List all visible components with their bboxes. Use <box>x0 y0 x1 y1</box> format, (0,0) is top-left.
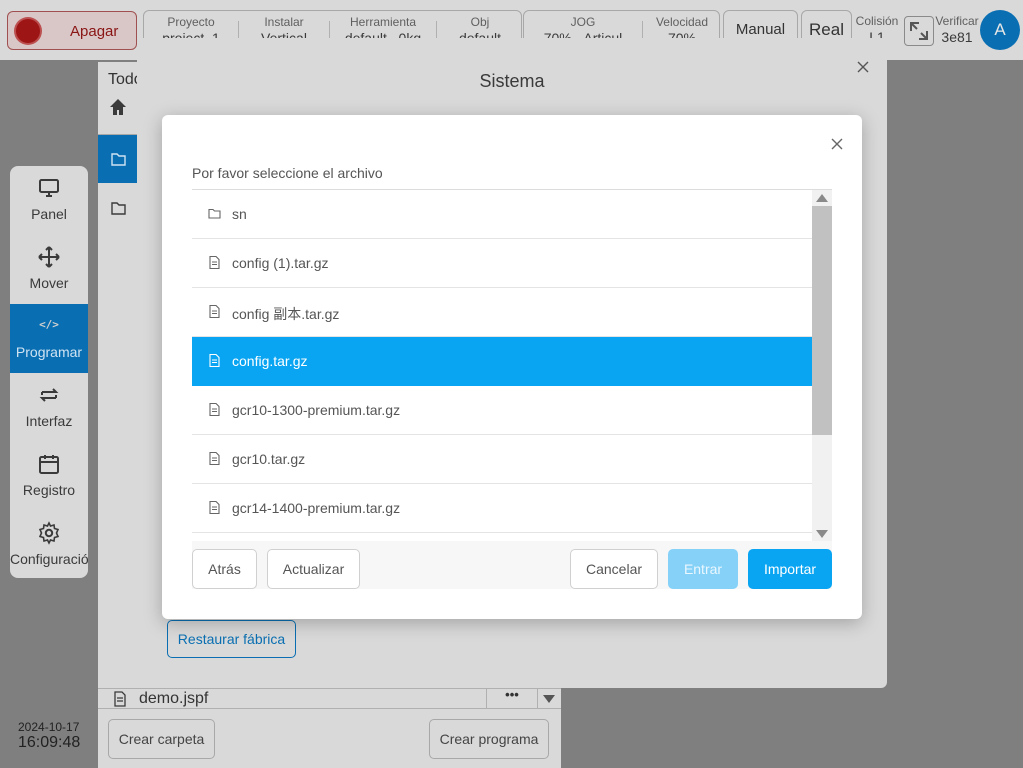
table-row[interactable]: demo.jspf ••• <box>98 687 561 709</box>
nav-item-panel[interactable]: Panel <box>10 166 88 235</box>
nav-item-program[interactable]: </> Programar <box>10 304 88 373</box>
file-icon <box>209 452 220 465</box>
list-item[interactable]: config (1).tar.gz <box>192 239 812 288</box>
time-text: 16:09:48 <box>18 734 81 751</box>
file-icon <box>209 501 220 514</box>
verify-value: 3e81 <box>941 29 973 45</box>
file-dialog-footer: Atrás Actualizar Cancelar Entrar Importa… <box>192 541 832 589</box>
nav-label-settings: Configuración <box>10 551 88 567</box>
collision-key: Colisión <box>855 14 899 28</box>
nav-item-move[interactable]: Mover <box>10 235 88 304</box>
import-button[interactable]: Importar <box>748 549 832 589</box>
cancel-button[interactable]: Cancelar <box>570 549 658 589</box>
file-name: gcr10-1300-premium.tar.gz <box>232 402 401 418</box>
project-key: Proyecto <box>167 15 215 29</box>
list-item[interactable]: gcr10-1300-premium.tar.gz <box>192 386 812 435</box>
nav-label-log: Registro <box>22 482 76 498</box>
factory-reset-button[interactable]: Restaurar fábrica <box>167 620 296 658</box>
install-key: Instalar <box>264 15 304 29</box>
scrollbar[interactable] <box>812 190 832 541</box>
nav-item-log[interactable]: Registro <box>10 442 88 511</box>
folder-icon <box>208 208 221 219</box>
code-icon: </> <box>39 318 59 331</box>
object-key: Obj <box>470 15 490 29</box>
nav-label-panel: Panel <box>31 206 67 222</box>
scroll-down-arrow-icon[interactable] <box>816 530 828 538</box>
file-list: sn config (1).tar.gz config 副本.tar.gz co… <box>192 189 832 541</box>
nav-label-move: Mover <box>29 275 69 291</box>
expand-icon[interactable] <box>904 16 934 46</box>
monitor-icon <box>39 179 59 197</box>
file-icon <box>209 403 220 416</box>
list-item[interactable]: config 副本.tar.gz <box>192 288 812 337</box>
file-name: config 副本.tar.gz <box>232 306 340 322</box>
scroll-up-arrow-icon[interactable] <box>816 194 828 202</box>
power-off-button[interactable]: Apagar <box>7 11 137 50</box>
file-name: gcr10.tar.gz <box>232 451 306 467</box>
avatar[interactable]: A <box>980 10 1020 50</box>
calendar-icon <box>39 455 59 474</box>
nav-label-interface: Interfaz <box>25 413 73 429</box>
file-select-dialog: Por favor seleccione el archivo sn confi… <box>162 115 862 619</box>
file-icon <box>209 256 220 269</box>
nav-label-program: Programar <box>15 344 83 360</box>
enter-button[interactable]: Entrar <box>668 549 738 589</box>
home-icon[interactable] <box>108 97 128 117</box>
file-panel-footer: Crear carpeta Crear programa <box>98 708 561 768</box>
file-name: config (1).tar.gz <box>232 255 329 271</box>
verify-code: Verificar 3e81 <box>934 10 980 50</box>
verify-key: Verificar <box>935 14 979 28</box>
scrollbar-thumb[interactable] <box>812 206 832 435</box>
more-options-button[interactable]: ••• <box>486 687 538 709</box>
folder-row-icon[interactable] <box>98 184 137 232</box>
tool-key: Herramienta <box>349 15 417 29</box>
list-item[interactable]: gcr14-1400-premium.tar.gz <box>192 484 812 533</box>
list-item[interactable]: sn <box>192 190 812 239</box>
file-name: sn <box>232 206 247 222</box>
file-name: gcr14-1400-premium.tar.gz <box>232 500 401 516</box>
close-icon[interactable] <box>830 137 844 151</box>
file-dialog-heading: Por favor seleccione el archivo <box>192 165 383 181</box>
folder-row-icon[interactable] <box>98 135 137 183</box>
move-arrows-icon <box>38 246 60 268</box>
scroll-down-arrow-icon[interactable] <box>543 695 555 703</box>
file-name: config.tar.gz <box>232 353 308 369</box>
file-name: demo.jspf <box>139 690 209 707</box>
power-off-label: Apagar <box>70 23 119 40</box>
refresh-button[interactable]: Actualizar <box>267 549 360 589</box>
sidebar-nav: Panel Mover </> Programar Interfaz Regis… <box>10 166 88 578</box>
close-icon[interactable] <box>856 60 870 74</box>
back-button[interactable]: Atrás <box>192 549 257 589</box>
nav-item-interface[interactable]: Interfaz <box>10 373 88 442</box>
system-dialog-title: Sistema <box>479 71 545 91</box>
swap-arrows-icon <box>39 388 59 402</box>
list-item[interactable]: gcr10.tar.gz <box>192 435 812 484</box>
file-icon <box>114 691 126 707</box>
list-item-selected[interactable]: config.tar.gz <box>192 337 812 386</box>
jog-key: JOG <box>570 15 596 29</box>
power-indicator-icon <box>16 19 40 43</box>
create-program-button[interactable]: Crear programa <box>429 719 549 759</box>
file-icon <box>209 305 220 318</box>
gear-icon <box>38 521 60 545</box>
date-text: 2024-10-17 <box>18 720 80 734</box>
create-folder-button[interactable]: Crear carpeta <box>108 719 215 759</box>
file-icon <box>209 354 220 367</box>
datetime-display: 2024-10-17 16:09:48 <box>0 715 98 768</box>
nav-item-settings[interactable]: Configuración <box>10 511 88 578</box>
speed-key: Velocidad <box>655 15 709 29</box>
